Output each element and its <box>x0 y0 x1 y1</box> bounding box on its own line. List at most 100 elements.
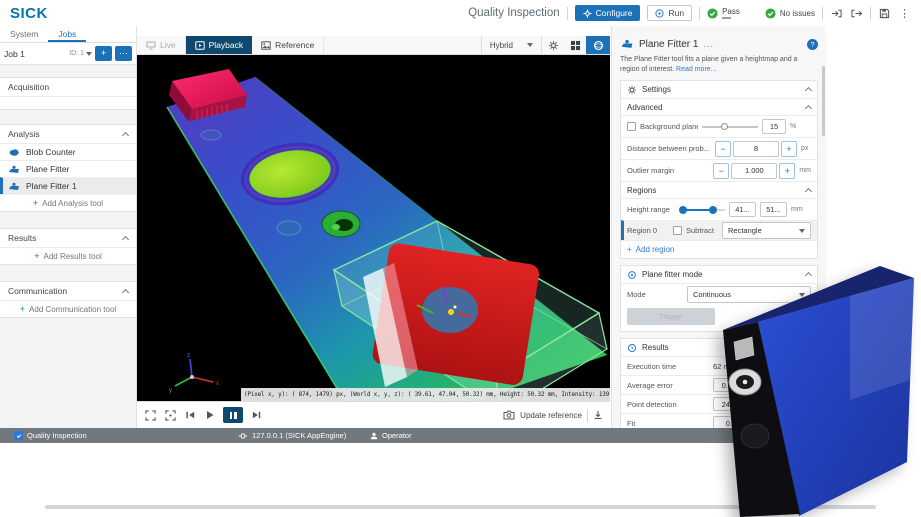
decrement-button[interactable]: − <box>715 141 731 157</box>
step-forward-button[interactable] <box>250 410 263 420</box>
outlier-unit: mm <box>799 167 811 174</box>
play-button[interactable] <box>204 410 216 420</box>
gap <box>0 110 136 124</box>
log-in-button[interactable] <box>830 8 843 19</box>
increment-button[interactable]: + <box>781 141 797 157</box>
save-button[interactable] <box>878 8 891 19</box>
viewer-settings-button[interactable] <box>542 36 564 54</box>
communication-header[interactable]: Communication <box>0 282 136 300</box>
configure-button[interactable]: Configure <box>575 5 641 21</box>
point-cloud-scene: x y z <box>137 55 610 401</box>
distance-input[interactable]: 8 <box>733 141 779 157</box>
outlier-input[interactable]: 1.000 <box>731 163 777 179</box>
play-icon <box>205 410 215 420</box>
sidebar-item-plane-fitter-1[interactable]: Plane Fitter 1 <box>0 177 136 194</box>
tab-system[interactable]: System <box>0 26 48 42</box>
app-chip-icon <box>14 431 23 440</box>
view-mode-select[interactable]: Hybrid <box>481 36 542 54</box>
height-range-min-input[interactable]: 41... <box>729 202 756 217</box>
acquisition-empty <box>0 96 136 109</box>
background-plane-checkbox[interactable] <box>627 122 636 131</box>
add-results-tool-button[interactable]: + Add Results tool <box>0 247 136 264</box>
gap <box>0 65 136 77</box>
height-range-slider[interactable] <box>679 209 725 211</box>
height-range-max-input[interactable]: 51... <box>760 202 787 217</box>
fullscreen-button[interactable] <box>144 410 157 421</box>
add-communication-tool-button[interactable]: + Add Communication tool <box>0 300 136 317</box>
wrench-icon <box>583 9 592 18</box>
run-label: Run <box>668 8 684 18</box>
background-plane-slider[interactable] <box>702 126 758 128</box>
tool-menu-button[interactable]: ... <box>703 39 714 49</box>
plus-icon: + <box>34 251 39 261</box>
log-out-button[interactable] <box>850 8 863 19</box>
mode-label: Mode <box>627 290 683 299</box>
tab-reference[interactable]: Reference <box>252 36 324 54</box>
user-icon <box>370 432 378 440</box>
height-range-row: Height range 41... 51... mm <box>621 198 817 220</box>
update-reference-button[interactable]: Update reference <box>503 409 603 422</box>
sidebar-item-plane-fitter[interactable]: Plane Fitter <box>0 160 136 177</box>
distance-unit: px <box>801 145 808 152</box>
job-options-button[interactable]: ⋯ <box>115 46 132 61</box>
analysis-header[interactable]: Analysis <box>0 125 136 143</box>
help-button[interactable]: ? <box>807 39 818 50</box>
add-communication-label: Add Communication tool <box>29 305 116 314</box>
acquisition-header[interactable]: Acquisition <box>0 78 136 96</box>
increment-button[interactable]: + <box>779 163 795 179</box>
footer-user-label: Operator <box>382 431 412 440</box>
slider-thumb[interactable] <box>721 123 728 130</box>
top-bar: SICK Quality Inspection Configure Run Pa… <box>0 0 921 26</box>
chevron-up-icon <box>805 104 812 111</box>
color-palette-button[interactable] <box>564 36 586 54</box>
no-issues-check-icon <box>765 8 776 19</box>
run-button[interactable]: Run <box>647 5 692 21</box>
tab-live[interactable]: Live <box>137 36 186 54</box>
pause-button[interactable] <box>223 407 243 423</box>
tab-jobs[interactable]: Jobs <box>48 26 86 42</box>
world-axis-gizmo: x y z <box>169 353 219 394</box>
communication-section: Communication + Add Communication tool <box>0 281 136 318</box>
skip-start-button[interactable] <box>184 410 197 420</box>
background-plane-input[interactable]: 15 <box>762 119 786 134</box>
range-min-handle[interactable] <box>679 206 687 214</box>
battery-terminal-bottom <box>741 424 769 448</box>
results-title-label: Results <box>642 343 669 352</box>
job-id-dropdown[interactable]: ID: 1 <box>69 50 92 57</box>
fit-view-button[interactable] <box>164 410 177 421</box>
tool-label: Blob Counter <box>26 147 76 157</box>
camera-icon <box>503 410 515 420</box>
range-max-handle[interactable] <box>709 206 717 214</box>
gap <box>0 265 136 281</box>
sidebar-item-blob-counter[interactable]: Blob Counter <box>0 143 136 160</box>
settings-header[interactable]: Settings <box>621 81 817 98</box>
sick-logo: SICK <box>10 5 48 22</box>
regions-header[interactable]: Regions <box>621 181 817 198</box>
tool-label: Plane Fitter <box>26 164 69 174</box>
add-analysis-tool-button[interactable]: + Add Analysis tool <box>0 194 136 211</box>
view-3d-toggle-button[interactable] <box>586 36 610 54</box>
acquisition-label: Acquisition <box>8 82 49 92</box>
green-donut-object <box>322 211 360 237</box>
sidebar-tabs: System Jobs <box>0 26 136 43</box>
tab-playback[interactable]: Playback <box>186 36 253 54</box>
add-job-button[interactable]: + <box>95 46 112 61</box>
3d-view-canvas[interactable]: x y z (Pixel x, y): ( 874, 1479) px, (Wo… <box>137 55 610 401</box>
results-header[interactable]: Results <box>0 229 136 247</box>
background-plane-label: Background plane <box>640 122 698 131</box>
download-icon[interactable] <box>593 410 603 420</box>
inspector-title: Plane Fitter 1 <box>639 39 698 50</box>
job-selector-row: Job 1 ID: 1 + ⋯ <box>0 43 136 65</box>
decrement-button[interactable]: − <box>713 163 729 179</box>
pass-check-icon <box>707 8 718 19</box>
read-more-link[interactable]: Read more... <box>676 66 716 73</box>
more-menu-button[interactable]: ⋮ <box>898 7 911 20</box>
panel-scrollbar[interactable] <box>822 66 825 136</box>
subtract-checkbox[interactable] <box>673 226 682 235</box>
advanced-header[interactable]: Advanced <box>621 98 817 115</box>
gap <box>0 212 136 228</box>
log-in-icon <box>831 8 842 19</box>
background-plane-unit: % <box>790 123 796 130</box>
tab-reference-label: Reference <box>275 40 314 50</box>
region-label: Region 0 <box>627 226 669 235</box>
